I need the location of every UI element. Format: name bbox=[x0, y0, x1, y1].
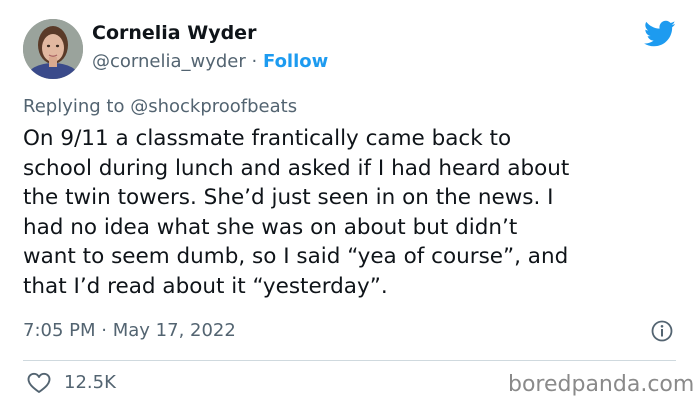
replying-to: Replying to @shockproofbeats bbox=[23, 96, 297, 117]
tweet-text-line: had no idea what she was on about but di… bbox=[23, 214, 518, 240]
avatar[interactable] bbox=[23, 19, 83, 79]
replying-prefix: Replying to bbox=[23, 96, 125, 117]
info-icon[interactable] bbox=[650, 319, 674, 343]
tweet-time: 7:05 PM bbox=[23, 320, 96, 341]
timestamp-separator: · bbox=[101, 320, 107, 341]
heart-icon[interactable] bbox=[26, 371, 52, 395]
watermark: boredpanda.com bbox=[508, 372, 695, 397]
tweet-text-line: school during lunch and asked if I had h… bbox=[23, 155, 570, 181]
author-handle[interactable]: @cornelia_wyder bbox=[92, 51, 246, 72]
author-name[interactable]: Cornelia Wyder bbox=[92, 22, 256, 44]
handle-separator: · bbox=[251, 51, 258, 72]
tweet-date: May 17, 2022 bbox=[112, 320, 236, 341]
tweet-text: On 9/11 a classmate frantically came bac… bbox=[23, 124, 683, 301]
tweet-text-line: On 9/11 a classmate frantically came bac… bbox=[23, 126, 512, 151]
tweet-text-line: want to seem dumb, so I said “yea of cou… bbox=[23, 244, 569, 269]
tweet-text-line: that I’d read about it “yesterday”. bbox=[23, 273, 388, 299]
author-handle-row: @cornelia_wyder · Follow bbox=[92, 51, 328, 72]
like-count[interactable]: 12.5K bbox=[64, 372, 116, 393]
twitter-bird-icon[interactable] bbox=[644, 20, 676, 48]
divider bbox=[23, 360, 676, 361]
tweet-text-line: the twin towers. She’d just seen in on t… bbox=[23, 185, 554, 210]
follow-button[interactable]: Follow bbox=[263, 51, 328, 72]
tweet-timestamp[interactable]: 7:05 PM · May 17, 2022 bbox=[23, 320, 236, 341]
tweet-card: Cornelia Wyder @cornelia_wyder · Follow … bbox=[0, 0, 700, 410]
reply-mention-link[interactable]: @shockproofbeats bbox=[130, 96, 297, 117]
